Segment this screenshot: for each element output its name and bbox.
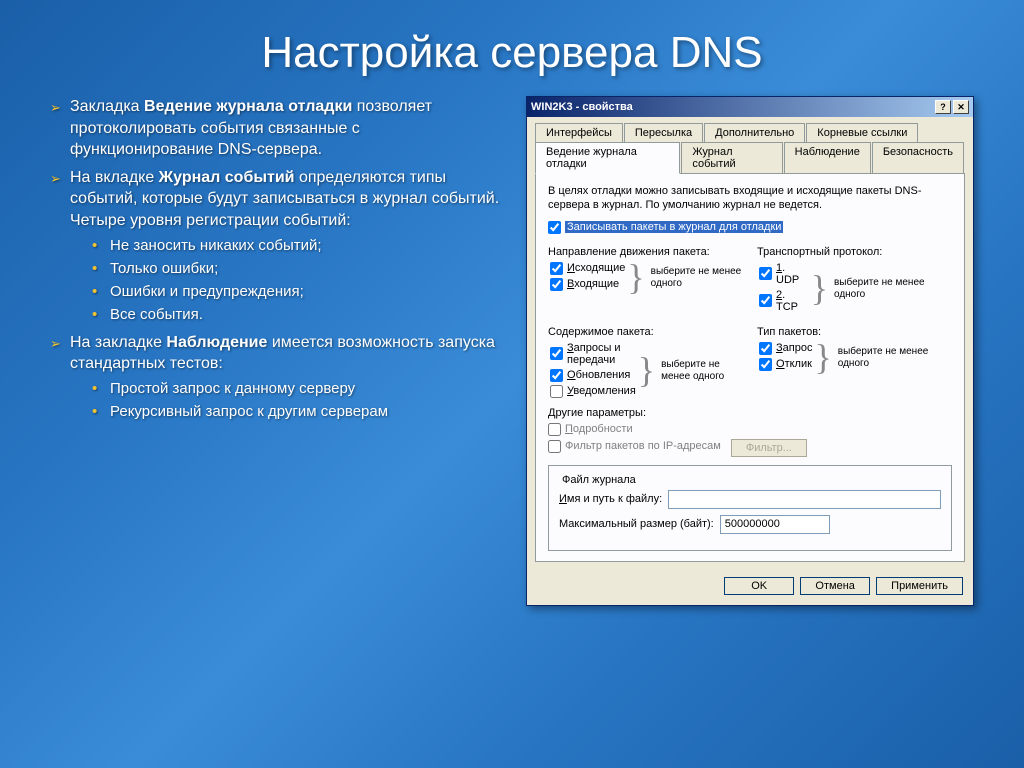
transport-label: Транспортный протокол: — [757, 246, 952, 258]
path-input[interactable] — [668, 490, 941, 509]
bullet-3-bold: Наблюдение — [166, 334, 267, 351]
bullet-2-pre: На вкладке — [70, 169, 159, 186]
ip-filter-checkbox[interactable]: Фильтр пакетов по IP-адресам — [548, 440, 721, 453]
sub-3-2: Рекурсивный запрос к другим серверам — [70, 402, 506, 422]
details-input[interactable] — [548, 423, 561, 436]
ip-filter-label: Фильтр пакетов по IP-адресам — [565, 440, 721, 452]
details-checkbox[interactable]: Подробности — [548, 423, 952, 436]
udp-input[interactable] — [759, 267, 772, 280]
main-log-checkbox[interactable]: Записывать пакеты в журнал для отладки — [548, 221, 952, 234]
log-file-group: Файл журнала Имя и путь к файлу: Максима… — [548, 465, 952, 551]
path-label: Имя и путь к файлу: — [559, 493, 662, 505]
tabs-row-2: Ведение журнала отладки Журнал событий Н… — [527, 142, 973, 174]
outgoing-input[interactable] — [550, 262, 563, 275]
tab-body: В целях отладки можно записывать входящи… — [535, 173, 965, 562]
sub-2-3: Ошибки и предупреждения; — [70, 282, 506, 302]
bullet-3: На закладке Наблюдение имеется возможнос… — [50, 332, 506, 423]
notifications-checkbox[interactable]: Уведомления — [550, 385, 636, 398]
tcp-input[interactable] — [759, 294, 772, 307]
response-label: Отклик — [776, 358, 812, 370]
size-label: Максимальный размер (байт): — [559, 518, 714, 530]
updates-input[interactable] — [550, 369, 563, 382]
notifications-input[interactable] — [550, 385, 563, 398]
main-log-checkbox-input[interactable] — [548, 221, 561, 234]
tcp-label: 2. TCP — [776, 289, 809, 313]
request-label: Запрос — [776, 342, 812, 354]
tab-event-log[interactable]: Журнал событий — [681, 142, 782, 174]
queries-label: Запросы и передачи — [567, 342, 636, 366]
ip-filter-input[interactable] — [548, 440, 561, 453]
response-input[interactable] — [759, 358, 772, 371]
dialog-buttons: OK Отмена Применить — [527, 571, 973, 605]
direction-hint: выберите не менее одного — [647, 266, 743, 290]
udp-label: 1. UDP — [776, 262, 809, 286]
titlebar[interactable]: WIN2K3 - свойства ? ✕ — [527, 97, 973, 117]
outgoing-checkbox[interactable]: Исходящие — [550, 262, 625, 275]
slide-title: Настройка сервера DNS — [0, 0, 1024, 96]
updates-label: Обновления — [567, 369, 630, 381]
properties-dialog: WIN2K3 - свойства ? ✕ Интерфейсы Пересыл… — [526, 96, 974, 606]
brace-icon: } — [811, 278, 828, 300]
apply-button[interactable]: Применить — [876, 577, 963, 595]
bullet-2: На вкладке Журнал событий определяются т… — [50, 167, 506, 326]
incoming-input[interactable] — [550, 278, 563, 291]
brace-icon: } — [638, 360, 655, 382]
size-input[interactable] — [720, 515, 830, 534]
tab-advanced[interactable]: Дополнительно — [704, 123, 805, 142]
direction-label: Направление движения пакета: — [548, 246, 743, 258]
response-checkbox[interactable]: Отклик — [759, 358, 812, 371]
incoming-label: Входящие — [567, 278, 619, 290]
bullet-3-pre: На закладке — [70, 334, 166, 351]
updates-checkbox[interactable]: Обновления — [550, 369, 636, 382]
content-hint: выберите не менее одного — [657, 359, 743, 383]
incoming-checkbox[interactable]: Входящие — [550, 278, 625, 291]
request-input[interactable] — [759, 342, 772, 355]
content-label: Содержимое пакета: — [548, 326, 743, 338]
sub-2-2: Только ошибки; — [70, 259, 506, 279]
tab-forwarding[interactable]: Пересылка — [624, 123, 703, 142]
request-checkbox[interactable]: Запрос — [759, 342, 812, 355]
tab-monitoring[interactable]: Наблюдение — [784, 142, 871, 174]
brace-icon: } — [627, 267, 644, 289]
outgoing-label: Исходящие — [567, 262, 625, 274]
type-hint: выберите не менее одного — [834, 346, 952, 370]
sub-2-1: Не заносить никаких событий; — [70, 236, 506, 256]
cancel-button[interactable]: Отмена — [800, 577, 870, 595]
type-label: Тип пакетов: — [757, 326, 952, 338]
tab-description: В целях отладки можно записывать входящи… — [548, 184, 952, 213]
sub-3-1: Простой запрос к данному серверу — [70, 379, 506, 399]
ok-button[interactable]: OK — [724, 577, 794, 595]
queries-checkbox[interactable]: Запросы и передачи — [550, 342, 636, 366]
close-button[interactable]: ✕ — [953, 100, 969, 114]
tcp-checkbox[interactable]: 2. TCP — [759, 289, 809, 313]
tab-interfaces[interactable]: Интерфейсы — [535, 123, 623, 142]
tab-security[interactable]: Безопасность — [872, 142, 964, 174]
main-log-label: Записывать пакеты в журнал для отладки — [565, 221, 783, 233]
bullet-1: Закладка Ведение журнала отладки позволя… — [50, 96, 506, 161]
other-label: Другие параметры: — [548, 407, 952, 419]
dialog-title: WIN2K3 - свойства — [531, 101, 933, 113]
log-file-legend: Файл журнала — [559, 474, 639, 486]
bullet-2-bold: Журнал событий — [159, 169, 295, 186]
bullet-1-pre: Закладка — [70, 98, 144, 115]
transport-hint: выберите не менее одного — [830, 277, 952, 301]
tabs-row-1: Интерфейсы Пересылка Дополнительно Корне… — [527, 117, 973, 142]
bullet-1-bold: Ведение журнала отладки — [144, 98, 352, 115]
filter-button[interactable]: Фильтр... — [731, 439, 807, 457]
sub-2-4: Все события. — [70, 305, 506, 325]
notifications-label: Уведомления — [567, 385, 636, 397]
slide-bullets: Закладка Ведение журнала отладки позволя… — [50, 96, 506, 606]
queries-input[interactable] — [550, 347, 563, 360]
udp-checkbox[interactable]: 1. UDP — [759, 262, 809, 286]
tab-root-hints[interactable]: Корневые ссылки — [806, 123, 918, 142]
brace-icon: } — [814, 347, 831, 369]
tab-debug-logging[interactable]: Ведение журнала отладки — [535, 142, 680, 174]
help-button[interactable]: ? — [935, 100, 951, 114]
details-label: Подробности — [565, 423, 633, 435]
